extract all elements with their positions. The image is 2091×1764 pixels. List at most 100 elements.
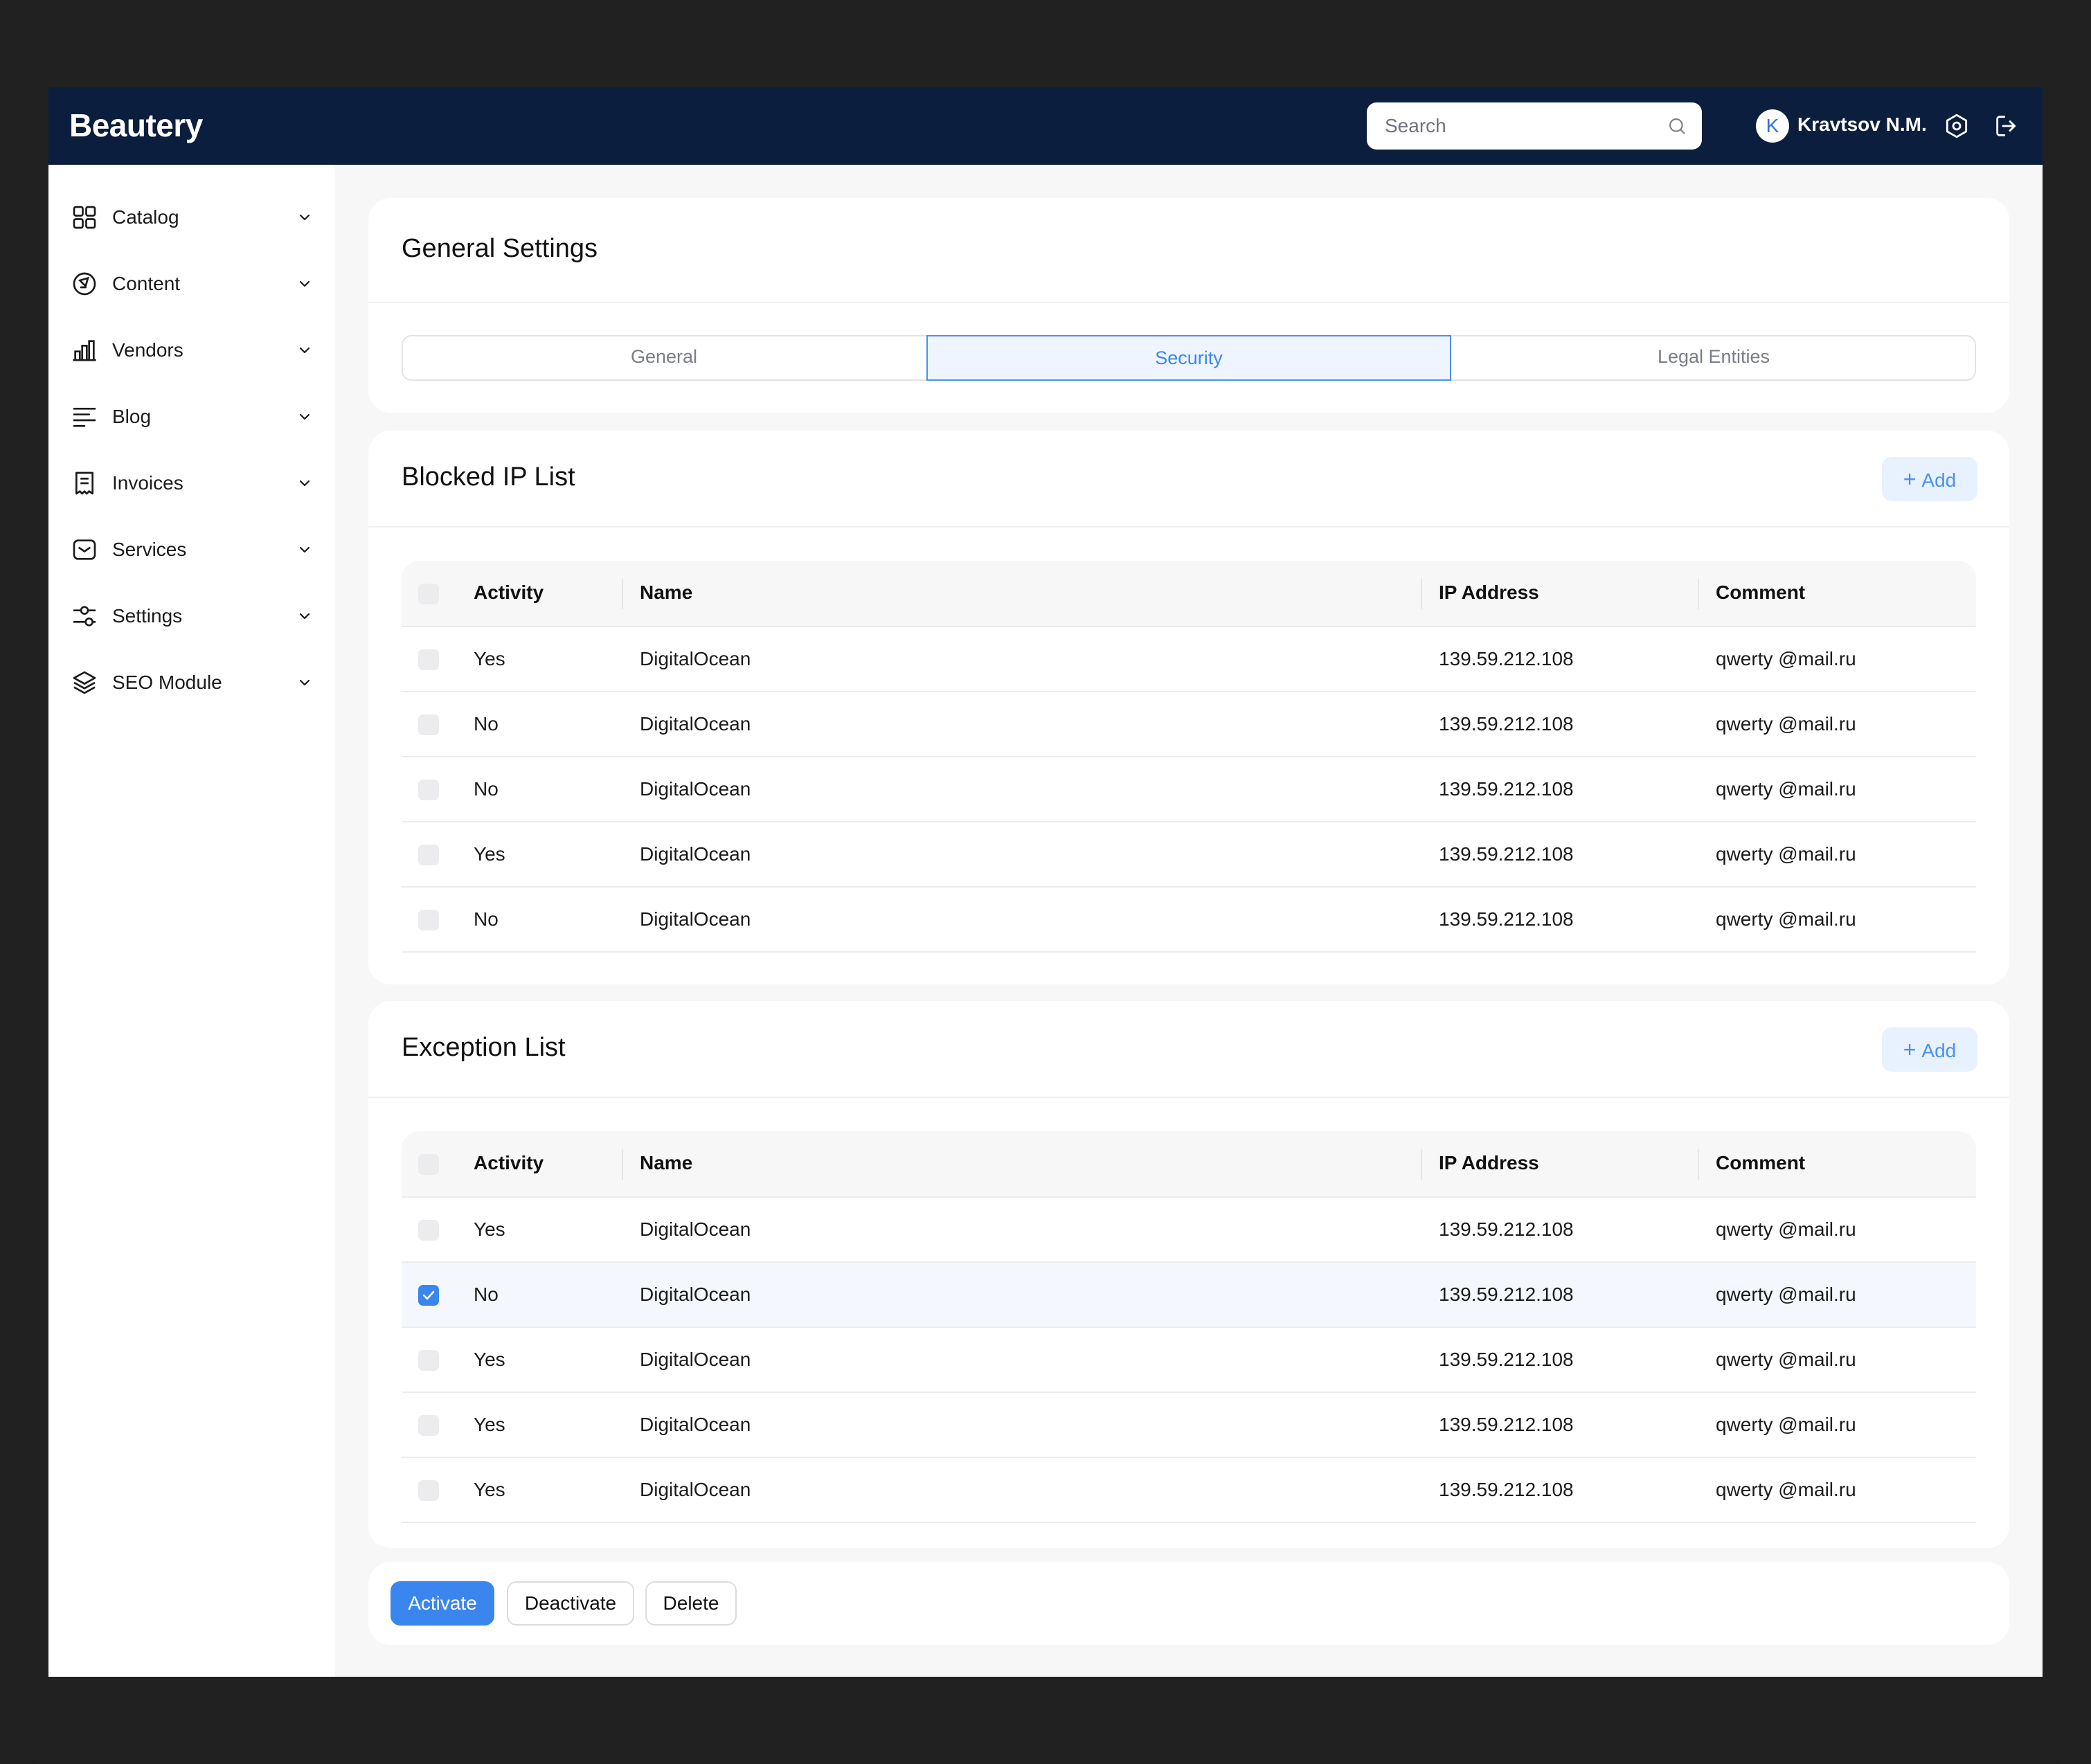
sidebar-item-invoices[interactable]: Invoices bbox=[48, 456, 335, 511]
col-ip-address[interactable]: IP Address bbox=[1439, 582, 1539, 604]
col-ip-address[interactable]: IP Address bbox=[1439, 1152, 1539, 1174]
settings-gear-icon[interactable] bbox=[1943, 112, 1971, 140]
blocked-ip-card: Blocked IP List + Add Activity Name IP Ad… bbox=[368, 431, 2009, 984]
cell-ip: 139.59.212.108 bbox=[1439, 1349, 1574, 1370]
table-row[interactable]: Yes DigitalOcean 139.59.212.108 qwerty @… bbox=[402, 1328, 1976, 1393]
cell-name: DigitalOcean bbox=[640, 1414, 751, 1435]
sidebar-item-content[interactable]: Content bbox=[48, 256, 335, 312]
delete-button[interactable]: Delete bbox=[645, 1581, 737, 1626]
exception-table: Activity Name IP Address Comment Yes Dig… bbox=[402, 1131, 1976, 1523]
column-separator bbox=[1421, 579, 1422, 609]
select-all-checkbox[interactable] bbox=[418, 584, 439, 604]
sidebar: Catalog Content Vendors Blog Invoices Se… bbox=[48, 165, 335, 1677]
sidebar-item-catalog[interactable]: Catalog bbox=[48, 190, 335, 245]
divider bbox=[368, 526, 2009, 528]
activate-button[interactable]: Activate bbox=[391, 1581, 494, 1626]
checkmark-icon bbox=[422, 1290, 435, 1300]
tab-legal-entities[interactable]: Legal Entities bbox=[1451, 335, 1976, 381]
column-separator bbox=[622, 579, 623, 609]
tab-security[interactable]: Security bbox=[926, 335, 1451, 381]
section-title: Exception List bbox=[402, 1033, 566, 1062]
row-checkbox[interactable] bbox=[418, 1480, 439, 1501]
row-checkbox-checked[interactable] bbox=[418, 1285, 439, 1306]
row-checkbox[interactable] bbox=[418, 714, 439, 735]
sidebar-item-label: Vendors bbox=[112, 339, 183, 361]
sidebar-item-vendors[interactable]: Vendors bbox=[48, 323, 335, 378]
receipt-icon bbox=[75, 471, 93, 495]
cell-name: DigitalOcean bbox=[640, 1479, 751, 1500]
column-separator bbox=[1698, 1149, 1699, 1180]
col-name[interactable]: Name bbox=[640, 1152, 692, 1174]
select-all-checkbox[interactable] bbox=[418, 1154, 439, 1175]
search-box[interactable] bbox=[1367, 102, 1702, 150]
col-comment[interactable]: Comment bbox=[1716, 1152, 1805, 1174]
cell-activity: No bbox=[474, 778, 499, 800]
col-name[interactable]: Name bbox=[640, 582, 692, 604]
chevron-down-icon bbox=[299, 214, 310, 221]
chevron-down-icon bbox=[299, 679, 310, 686]
sidebar-item-settings[interactable]: Settings bbox=[48, 588, 335, 644]
cell-activity: Yes bbox=[474, 1218, 505, 1240]
plus-icon: + bbox=[1903, 467, 1917, 492]
table-row[interactable]: Yes DigitalOcean 139.59.212.108 qwerty @… bbox=[402, 822, 1976, 888]
chevron-down-icon bbox=[299, 480, 310, 487]
cell-comment: qwerty @mail.ru bbox=[1716, 713, 1856, 735]
cell-comment: qwerty @mail.ru bbox=[1716, 1284, 1856, 1305]
cell-activity: Yes bbox=[474, 1479, 505, 1500]
add-blocked-ip-button[interactable]: + Add bbox=[1882, 457, 1977, 501]
row-checkbox[interactable] bbox=[418, 649, 439, 670]
col-comment[interactable]: Comment bbox=[1716, 582, 1805, 604]
cell-name: DigitalOcean bbox=[640, 908, 751, 930]
cell-comment: qwerty @mail.ru bbox=[1716, 778, 1856, 800]
sidebar-item-blog[interactable]: Blog bbox=[48, 389, 335, 444]
table-row[interactable]: Yes DigitalOcean 139.59.212.108 qwerty @… bbox=[402, 1198, 1976, 1263]
cell-name: DigitalOcean bbox=[640, 713, 751, 735]
row-checkbox[interactable] bbox=[418, 1350, 439, 1371]
sidebar-item-label: SEO Module bbox=[112, 672, 222, 693]
row-checkbox[interactable] bbox=[418, 1415, 439, 1436]
column-separator bbox=[622, 1149, 623, 1180]
deactivate-button[interactable]: Deactivate bbox=[507, 1581, 634, 1626]
row-checkbox[interactable] bbox=[418, 1220, 439, 1241]
cell-activity: No bbox=[474, 1284, 499, 1305]
logout-icon[interactable] bbox=[1993, 112, 2020, 140]
table-row[interactable]: No DigitalOcean 139.59.212.108 qwerty @m… bbox=[402, 757, 1976, 822]
add-label: Add bbox=[1921, 1040, 1957, 1061]
user-name[interactable]: Kravtsov N.M. bbox=[1797, 114, 1927, 136]
sidebar-item-label: Invoices bbox=[112, 472, 183, 494]
blocked-ip-table: Activity Name IP Address Comment Yes Dig… bbox=[402, 561, 1976, 953]
app-logo[interactable]: Beautery bbox=[69, 107, 203, 144]
cell-activity: No bbox=[474, 908, 499, 930]
sidebar-item-services[interactable]: Services bbox=[48, 522, 335, 577]
col-activity[interactable]: Activity bbox=[474, 582, 544, 604]
table-row-selected[interactable]: No DigitalOcean 139.59.212.108 qwerty @m… bbox=[402, 1263, 1976, 1328]
avatar[interactable]: K bbox=[1756, 109, 1789, 143]
table-row[interactable]: No DigitalOcean 139.59.212.108 qwerty @m… bbox=[402, 888, 1976, 953]
tab-general[interactable]: General bbox=[402, 335, 926, 381]
cell-activity: Yes bbox=[474, 1414, 505, 1435]
col-activity[interactable]: Activity bbox=[474, 1152, 544, 1174]
exception-list-card: Exception List + Add Activity Name IP Add… bbox=[368, 1001, 2009, 1548]
device-frame: Beautery K Kravtsov N.M. Catalog bbox=[0, 0, 2091, 1764]
cell-comment: qwerty @mail.ru bbox=[1716, 1479, 1856, 1500]
bar-chart-icon bbox=[73, 340, 96, 361]
cell-name: DigitalOcean bbox=[640, 1218, 751, 1240]
cell-ip: 139.59.212.108 bbox=[1439, 778, 1574, 800]
add-exception-button[interactable]: + Add bbox=[1882, 1027, 1977, 1072]
sidebar-item-seo-module[interactable]: SEO Module bbox=[48, 655, 335, 710]
search-icon[interactable] bbox=[1667, 116, 1687, 136]
cell-comment: qwerty @mail.ru bbox=[1716, 1414, 1856, 1435]
table-row[interactable]: Yes DigitalOcean 139.59.212.108 qwerty @… bbox=[402, 1393, 1976, 1458]
column-separator bbox=[1698, 579, 1699, 609]
cell-ip: 139.59.212.108 bbox=[1439, 1284, 1574, 1305]
row-checkbox[interactable] bbox=[418, 845, 439, 865]
table-row[interactable]: No DigitalOcean 139.59.212.108 qwerty @m… bbox=[402, 692, 1976, 757]
table-row[interactable]: Yes DigitalOcean 139.59.212.108 qwerty @… bbox=[402, 1458, 1976, 1523]
search-input[interactable] bbox=[1367, 102, 1658, 150]
plus-icon: + bbox=[1903, 1037, 1917, 1062]
row-checkbox[interactable] bbox=[418, 780, 439, 800]
table-row[interactable]: Yes DigitalOcean 139.59.212.108 qwerty @… bbox=[402, 627, 1976, 692]
sidebar-item-label: Content bbox=[112, 273, 181, 294]
row-checkbox[interactable] bbox=[418, 910, 439, 930]
cell-ip: 139.59.212.108 bbox=[1439, 1479, 1574, 1500]
